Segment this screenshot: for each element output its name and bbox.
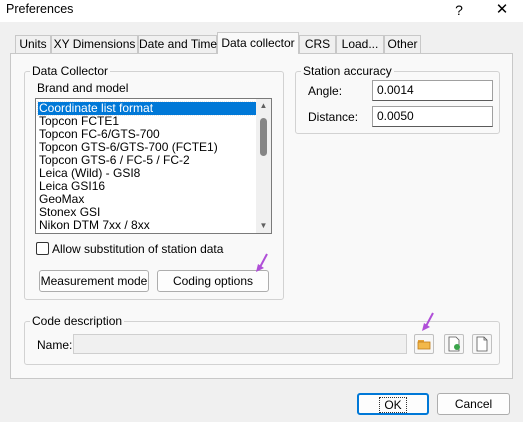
edit-code-file-button[interactable]	[472, 334, 492, 354]
close-button[interactable]: ✕	[488, 0, 516, 20]
angle-label: Angle:	[308, 84, 343, 98]
angle-input[interactable]: 0.0014	[372, 80, 493, 101]
help-button[interactable]: ?	[447, 0, 471, 20]
allow-substitution-label: Allow substitution of station data	[52, 242, 224, 256]
cancel-button[interactable]: Cancel	[437, 393, 510, 415]
window-title: Preferences	[6, 2, 74, 16]
scroll-up-arrow-icon[interactable]: ▲	[256, 99, 271, 113]
tab-units[interactable]: Units	[15, 35, 51, 53]
new-file-icon	[448, 336, 460, 352]
measurement-mode-button[interactable]: Measurement mode	[39, 270, 149, 292]
scroll-down-arrow-icon[interactable]: ▼	[256, 219, 271, 233]
tab-date-and-time[interactable]: Date and Time	[138, 35, 217, 53]
data-collector-group-title: Data Collector	[30, 64, 111, 78]
tab-other[interactable]: Other	[384, 35, 421, 53]
coding-options-button[interactable]: Coding options	[157, 270, 269, 292]
station-accuracy-title: Station accuracy	[301, 64, 394, 78]
annotation-arrow-icon	[256, 253, 268, 272]
distance-input[interactable]: 0.0050	[372, 106, 493, 127]
annotation-arrow-icon	[422, 312, 434, 331]
list-item[interactable]: Nikon DTM 7xx / 8xx	[39, 219, 150, 232]
new-code-file-button[interactable]	[444, 334, 464, 354]
document-icon	[476, 336, 488, 352]
open-folder-icon	[417, 340, 431, 350]
tab-data-collector[interactable]: Data collector	[217, 32, 299, 54]
tab-xy-dimensions[interactable]: XY Dimensions	[51, 35, 138, 53]
brand-model-listbox[interactable]: Coordinate list format Topcon FCTE1 Topc…	[35, 98, 272, 234]
distance-label: Distance:	[308, 110, 359, 124]
name-label: Name:	[37, 338, 73, 352]
open-folder-button[interactable]	[414, 334, 434, 354]
code-description-title: Code description	[30, 314, 125, 328]
name-input[interactable]	[73, 334, 407, 354]
title-bar	[0, 0, 523, 22]
ok-button[interactable]: OK	[357, 393, 429, 415]
brand-and-model-label: Brand and model	[37, 81, 129, 95]
ok-button-label: OK	[379, 397, 407, 413]
scroll-thumb[interactable]	[260, 118, 267, 156]
allow-substitution-checkbox[interactable]	[36, 242, 49, 255]
tab-crs[interactable]: CRS	[299, 35, 336, 53]
tab-load[interactable]: Load...	[336, 35, 384, 53]
